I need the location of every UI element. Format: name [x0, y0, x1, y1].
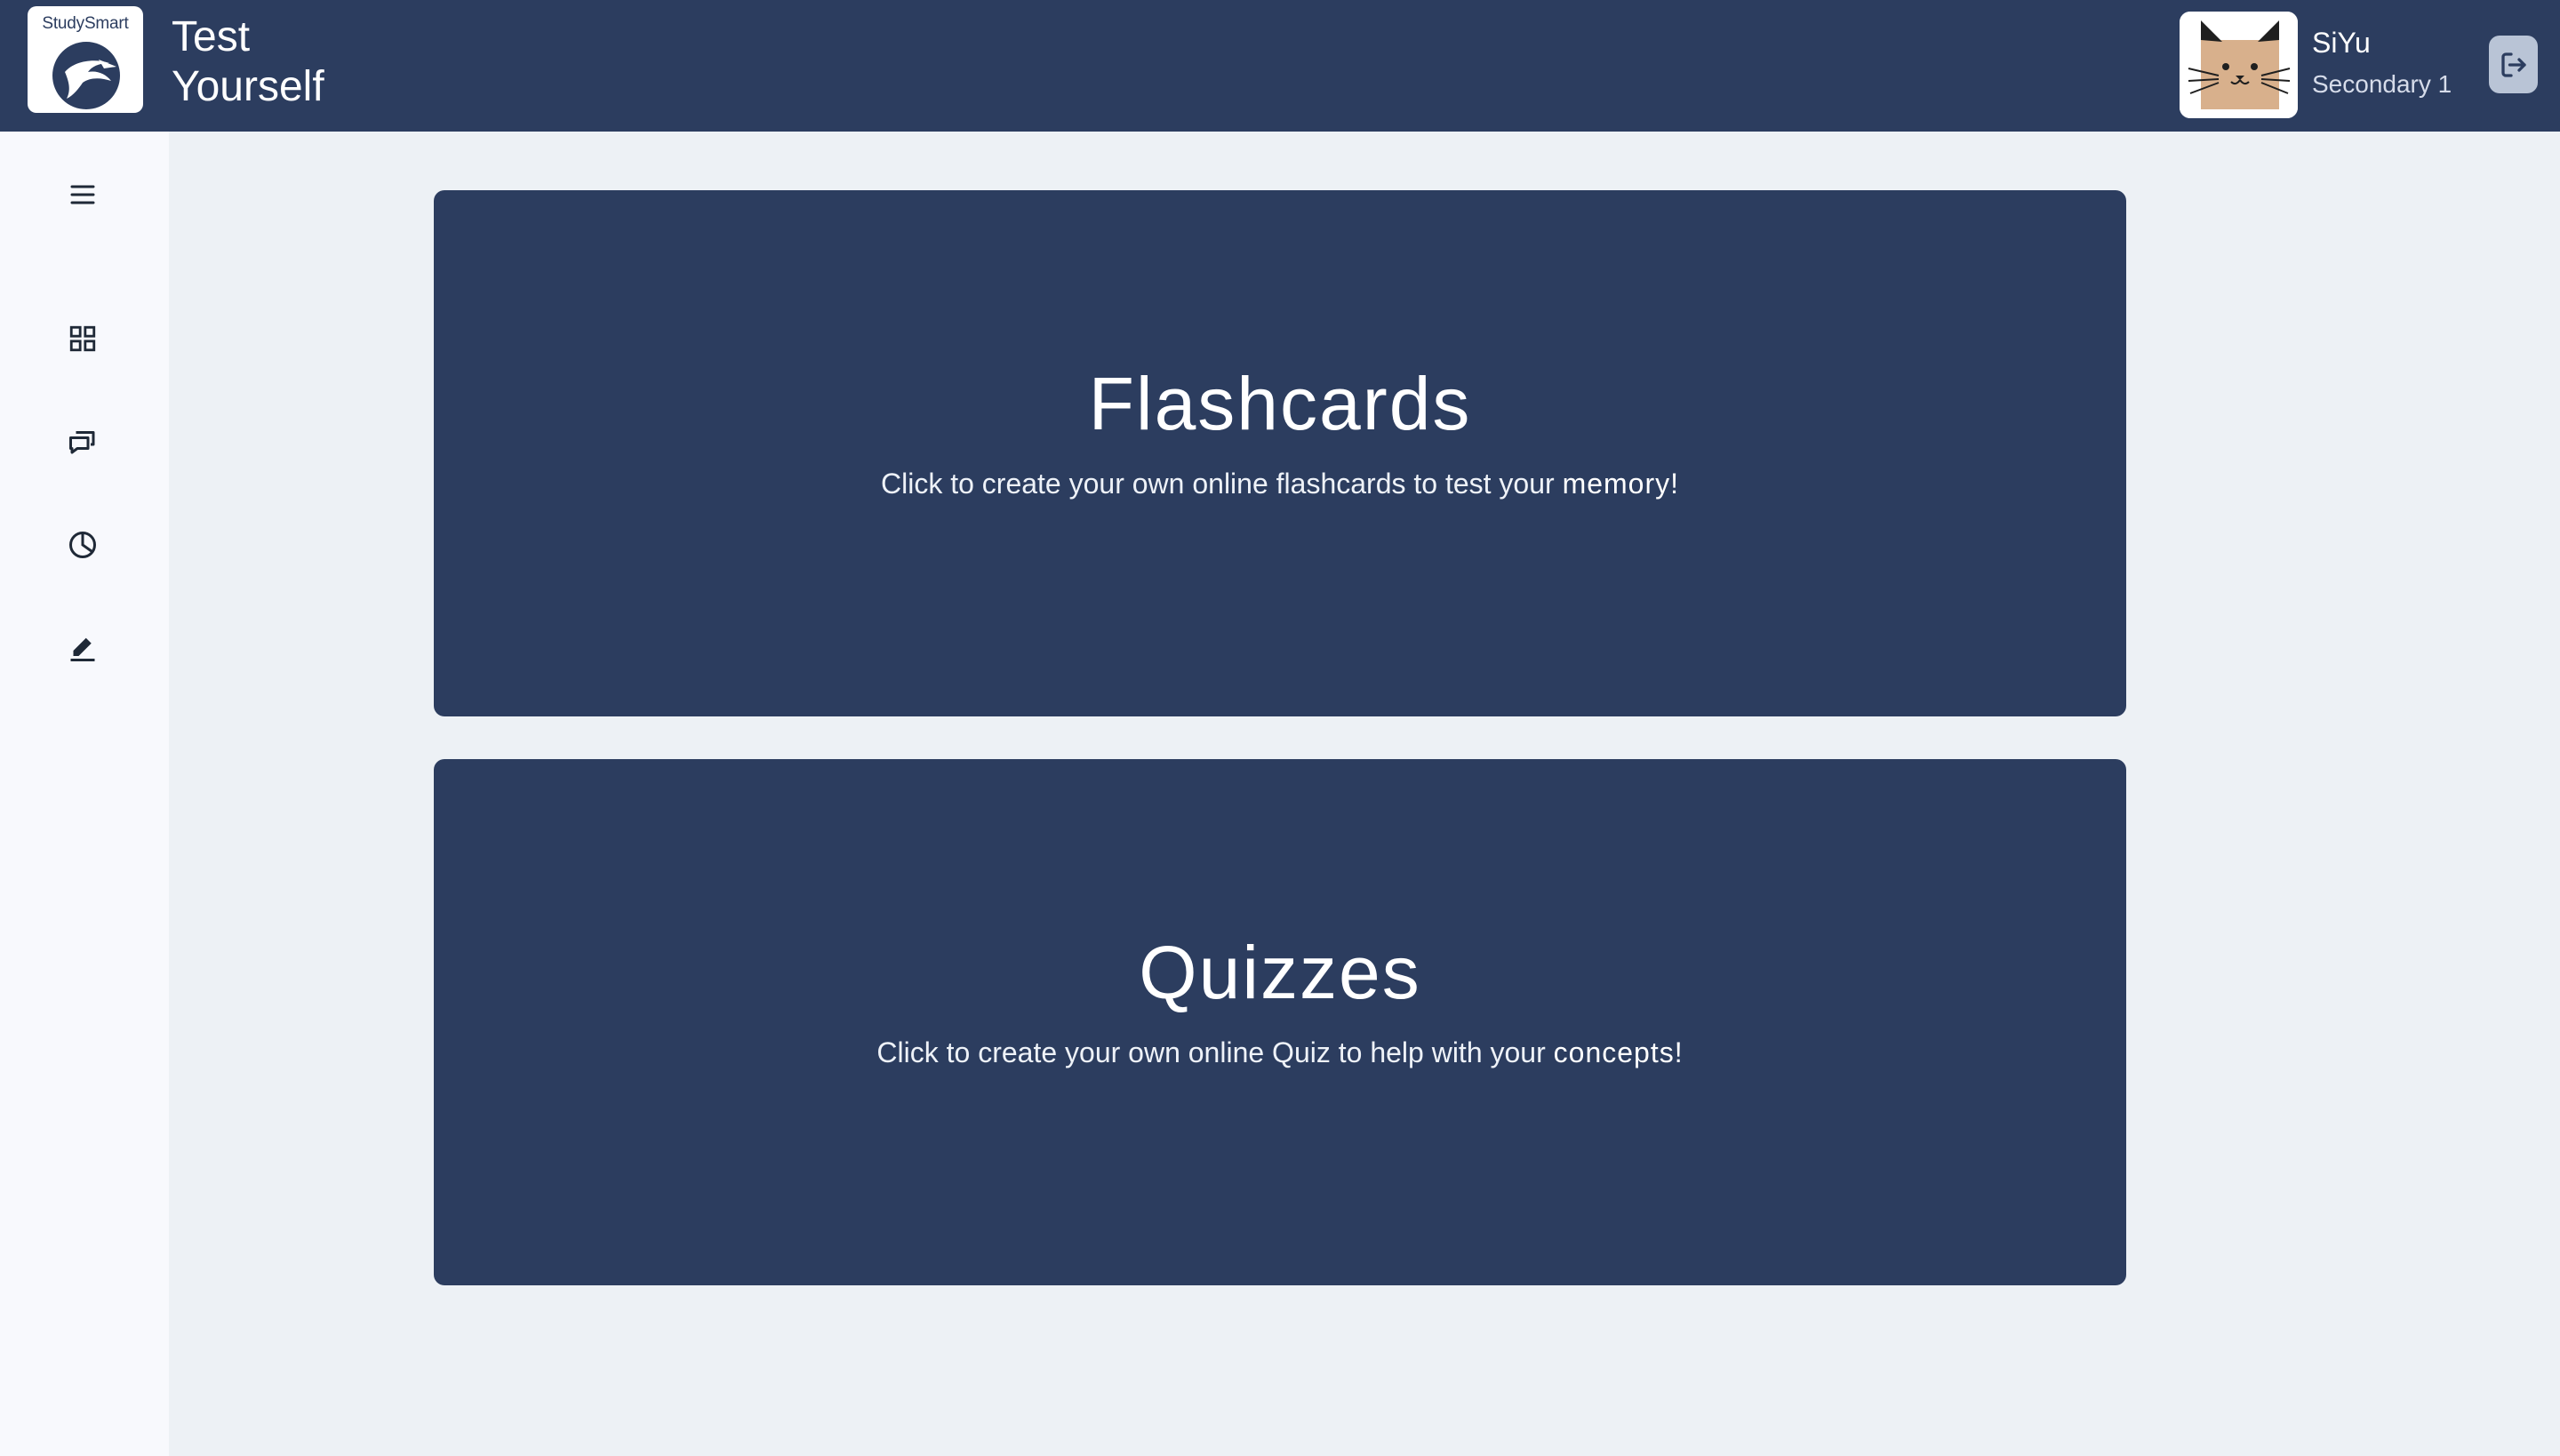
- card-description: Click to create your own online Quiz to …: [434, 1036, 2126, 1069]
- logout-icon: [2500, 52, 2526, 77]
- card-title: Flashcards: [1088, 362, 1472, 445]
- quizzes-card[interactable]: Quizzes Click to create your own online …: [434, 759, 2126, 1285]
- top-header: StudySmart Test Yourself SiYu Secondary …: [0, 0, 2560, 132]
- eagle-logo-icon: [52, 42, 120, 109]
- page-title: Test Yourself: [172, 12, 403, 112]
- page-title-line1: Test: [172, 13, 251, 60]
- user-level: Secondary 1: [2312, 70, 2452, 98]
- flashcards-card[interactable]: Flashcards Click to create your own onli…: [434, 190, 2126, 716]
- card-desc-text: Click to create your own online Quiz to …: [876, 1036, 1554, 1068]
- cat-avatar-icon: [2180, 12, 2298, 118]
- card-desc-text: Click to create your own online flashcar…: [880, 468, 1563, 500]
- studysmart-logo[interactable]: StudySmart: [28, 6, 143, 113]
- avatar[interactable]: [2180, 12, 2298, 118]
- card-desc-emphasis: memory!: [1562, 468, 1680, 500]
- edit-icon[interactable]: [61, 627, 104, 669]
- page-title-line2: Yourself: [172, 63, 324, 110]
- logo-text: StudySmart: [42, 14, 129, 33]
- logout-button[interactable]: [2489, 36, 2538, 93]
- pie-chart-icon[interactable]: [61, 524, 104, 566]
- dashboard-icon[interactable]: [61, 317, 104, 360]
- card-desc-emphasis: concepts!: [1553, 1036, 1684, 1068]
- card-description: Click to create your own online flashcar…: [434, 468, 2126, 500]
- menu-icon[interactable]: [61, 173, 104, 216]
- card-title: Quizzes: [1139, 931, 1421, 1014]
- chat-icon[interactable]: [61, 420, 104, 463]
- main-content: Flashcards Click to create your own onli…: [169, 132, 2560, 1456]
- user-name: SiYu: [2312, 27, 2371, 59]
- sidebar: [0, 132, 169, 1456]
